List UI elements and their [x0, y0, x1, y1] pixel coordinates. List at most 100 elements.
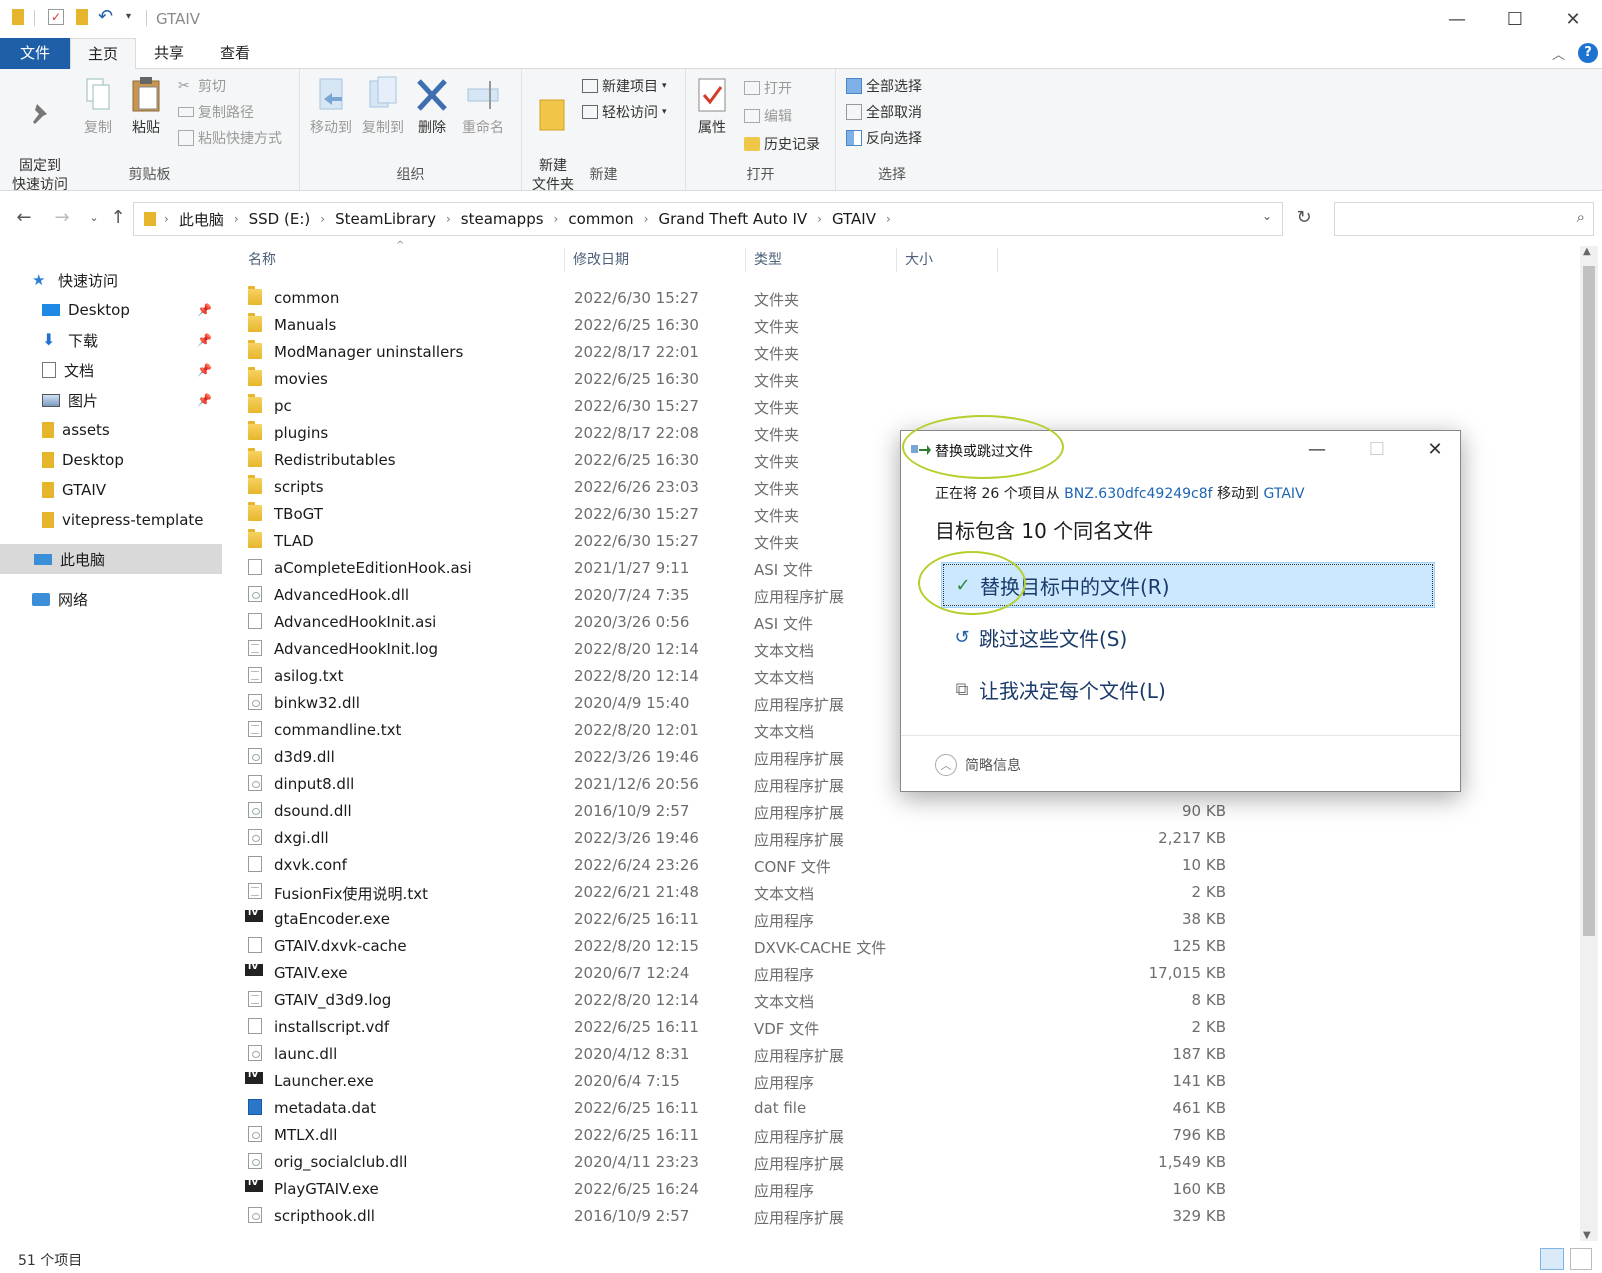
- history-button[interactable]: 历史记录: [744, 133, 820, 155]
- file-row[interactable]: movies 2022/6/25 16:30 文件夹: [240, 366, 1570, 393]
- sidebar-item-quick-access[interactable]: ★ 快速访问: [0, 265, 224, 295]
- new-folder-quick-icon[interactable]: [76, 9, 88, 25]
- file-row[interactable]: PlayGTAIV.exe 2022/6/25 16:24 应用程序 160 KB: [240, 1176, 1570, 1203]
- file-row[interactable]: orig_socialclub.dll 2020/4/11 23:23 应用程序扩展…: [240, 1149, 1570, 1176]
- paste-button[interactable]: 粘贴: [124, 75, 168, 138]
- column-header-name[interactable]: 名称: [240, 244, 564, 276]
- file-row[interactable]: dxvk.conf 2022/6/24 23:26 CONF 文件 10 KB: [240, 852, 1570, 879]
- breadcrumb-item[interactable]: SteamLibrary: [327, 210, 444, 228]
- file-row[interactable]: gtaEncoder.exe 2022/6/25 16:11 应用程序 38 KB: [240, 906, 1570, 933]
- file-row[interactable]: pc 2022/6/30 15:27 文件夹: [240, 393, 1570, 420]
- breadcrumb-item[interactable]: Grand Theft Auto IV: [651, 210, 816, 228]
- cut-button[interactable]: ✂ 剪切: [178, 75, 226, 97]
- details-view-icon[interactable]: [1540, 1248, 1564, 1270]
- back-arrow-icon[interactable]: ←: [12, 206, 36, 230]
- delete-button[interactable]: 删除: [412, 75, 452, 138]
- source-link[interactable]: BNZ.630dfc49249c8f: [1064, 486, 1212, 502]
- easy-access-button[interactable]: 轻松访问 ▾: [582, 101, 667, 123]
- column-header-date[interactable]: 修改日期: [565, 244, 745, 276]
- select-all-button[interactable]: 全部选择: [846, 75, 922, 97]
- select-none-button[interactable]: 全部取消: [846, 101, 922, 123]
- large-icons-view-icon[interactable]: [1570, 1248, 1592, 1270]
- file-row[interactable]: scripthook.dll 2016/10/9 2:57 应用程序扩展 329 KB: [240, 1203, 1570, 1230]
- breadcrumb-item[interactable]: steamapps: [453, 210, 552, 228]
- file-row[interactable]: installscript.vdf 2022/6/25 16:11 VDF 文件 2 …: [240, 1014, 1570, 1041]
- sidebar-item-vitepress-template[interactable]: vitepress-template: [0, 505, 224, 535]
- invert-selection-button[interactable]: 反向选择: [846, 127, 922, 149]
- file-icon: [248, 1153, 262, 1169]
- file-row[interactable]: common 2022/6/30 15:27 文件夹: [240, 285, 1570, 312]
- dialog-maximize-button[interactable]: ☐: [1352, 431, 1402, 467]
- tab-home[interactable]: 主页: [70, 38, 136, 70]
- close-button[interactable]: ✕: [1544, 0, 1602, 38]
- breadcrumb-item[interactable]: GTAIV: [824, 210, 884, 228]
- address-dropdown-icon[interactable]: ⌄: [1262, 209, 1272, 223]
- scroll-up-icon[interactable]: ▲: [1583, 246, 1591, 257]
- file-row[interactable]: GTAIV_d3d9.log 2022/8/20 12:14 文本文档 8 KB: [240, 987, 1570, 1014]
- breadcrumb-item[interactable]: SSD (E:): [241, 210, 319, 228]
- tab-file[interactable]: 文件: [0, 38, 70, 69]
- refresh-icon[interactable]: ↻: [1292, 206, 1316, 230]
- file-row[interactable]: MTLX.dll 2022/6/25 16:11 应用程序扩展 796 KB: [240, 1122, 1570, 1149]
- file-row[interactable]: GTAIV.dxvk-cache 2022/8/20 12:15 DXVK-CACH…: [240, 933, 1570, 960]
- new-item-button[interactable]: 新建项目 ▾: [582, 75, 667, 97]
- file-row[interactable]: Launcher.exe 2020/6/4 7:15 应用程序 141 KB: [240, 1068, 1570, 1095]
- scrollbar-thumb[interactable]: [1583, 266, 1595, 936]
- edit-button[interactable]: 编辑: [744, 105, 792, 127]
- properties-quick-icon[interactable]: ✓: [48, 9, 64, 25]
- sidebar-item-desktop[interactable]: Desktop: [0, 445, 224, 475]
- copy-to-button[interactable]: 复制到: [358, 75, 408, 138]
- file-row[interactable]: metadata.dat 2022/6/25 16:11 dat file 461 K…: [240, 1095, 1570, 1122]
- open-group: 属性 打开 编辑 历史记录 打开: [686, 69, 836, 190]
- minimize-button[interactable]: —: [1428, 0, 1486, 38]
- paste-shortcut-button[interactable]: 粘贴快捷方式: [178, 127, 282, 149]
- recent-locations-icon[interactable]: ⌄: [82, 206, 106, 230]
- move-to-button[interactable]: 移动到: [306, 75, 356, 138]
- scroll-down-icon[interactable]: ▼: [1583, 1230, 1591, 1241]
- more-info-toggle[interactable]: ︿ 简略信息: [935, 754, 1021, 776]
- help-icon[interactable]: ?: [1578, 43, 1598, 63]
- address-bar[interactable]: › 此电脑 › SSD (E:) › SteamLibrary › steama…: [133, 202, 1283, 236]
- quick-access-dropdown-icon[interactable]: ▾: [126, 11, 131, 22]
- copy-button[interactable]: 复制: [76, 75, 120, 138]
- open-button[interactable]: 打开: [744, 77, 792, 99]
- copy-path-button[interactable]: 复制路径: [178, 101, 254, 123]
- sidebar-item-network[interactable]: 网络: [0, 584, 224, 614]
- column-divider[interactable]: [997, 248, 998, 272]
- decide-each-file-option[interactable]: ⧉ 让我决定每个文件(L): [941, 666, 1435, 712]
- rename-button[interactable]: 重命名: [456, 75, 510, 138]
- dialog-close-button[interactable]: ✕: [1410, 431, 1460, 467]
- file-row[interactable]: launc.dll 2020/4/12 8:31 应用程序扩展 187 KB: [240, 1041, 1570, 1068]
- sidebar-item-desktop-pinned[interactable]: Desktop 📌: [0, 295, 224, 325]
- file-row[interactable]: dxgi.dll 2022/3/26 19:46 应用程序扩展 2,217 KB: [240, 825, 1570, 852]
- forward-arrow-icon[interactable]: →: [50, 206, 74, 230]
- file-date: 2020/3/26 0:56: [574, 613, 690, 631]
- sidebar-item-documents[interactable]: 文档 📌: [0, 355, 224, 385]
- sidebar-item-assets[interactable]: assets: [0, 415, 224, 445]
- sidebar-item-gtaiv[interactable]: GTAIV: [0, 475, 224, 505]
- file-row[interactable]: dsound.dll 2016/10/9 2:57 应用程序扩展 90 KB: [240, 798, 1570, 825]
- tab-share[interactable]: 共享: [136, 38, 202, 69]
- breadcrumb-item[interactable]: common: [560, 210, 641, 228]
- undo-icon[interactable]: ↶: [98, 6, 113, 27]
- file-row[interactable]: GTAIV.exe 2020/6/7 12:24 应用程序 17,015 KB: [240, 960, 1570, 987]
- tab-view[interactable]: 查看: [202, 38, 268, 69]
- destination-link[interactable]: GTAIV: [1264, 486, 1305, 502]
- sidebar-item-downloads[interactable]: ⬇ 下载 📌: [0, 325, 224, 355]
- up-arrow-icon[interactable]: ↑: [106, 206, 130, 230]
- sidebar-item-pictures[interactable]: 图片 📌: [0, 385, 224, 415]
- maximize-button[interactable]: ☐: [1486, 0, 1544, 38]
- collapse-ribbon-icon[interactable]: ︿: [1552, 44, 1565, 63]
- file-row[interactable]: ModManager uninstallers 2022/8/17 22:01 文件…: [240, 339, 1570, 366]
- skip-files-option[interactable]: ↺ 跳过这些文件(S): [941, 614, 1435, 660]
- column-header-size[interactable]: 大小: [897, 244, 997, 276]
- breadcrumb-item[interactable]: 此电脑: [171, 209, 232, 230]
- vertical-scrollbar[interactable]: ▲ ▼: [1580, 246, 1598, 1241]
- sidebar-item-this-pc[interactable]: 此电脑: [0, 544, 222, 574]
- dialog-minimize-button[interactable]: —: [1292, 431, 1342, 467]
- properties-button[interactable]: 属性: [690, 75, 734, 138]
- file-row[interactable]: Manuals 2022/6/25 16:30 文件夹: [240, 312, 1570, 339]
- search-input[interactable]: ⌕: [1334, 202, 1594, 236]
- column-header-type[interactable]: 类型: [746, 244, 896, 276]
- file-row[interactable]: FusionFix使用说明.txt 2022/6/21 21:48 文本文档 2 KB: [240, 879, 1570, 906]
